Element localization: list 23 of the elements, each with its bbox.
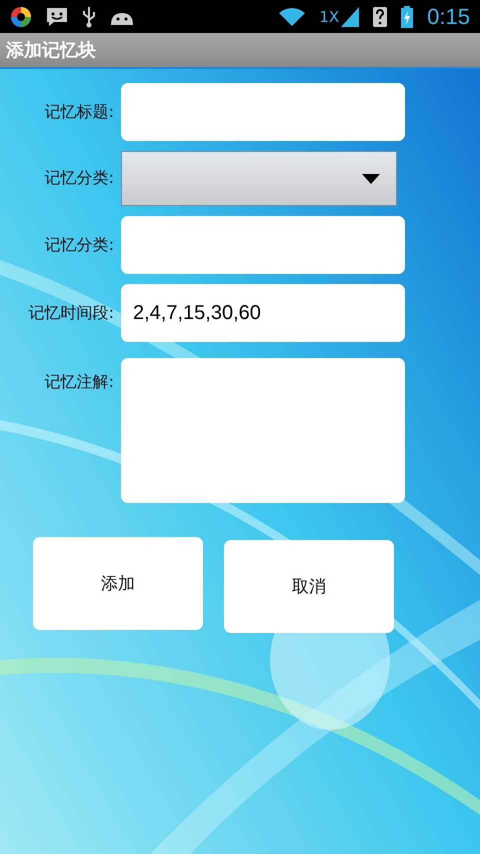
text-field[interactable] (121, 83, 405, 141)
field-label: 记忆时间段: (28, 302, 114, 324)
signal-icon (341, 6, 360, 26)
field-label: 记忆分类: (44, 168, 114, 189)
cancel-button[interactable]: 取消 (224, 540, 394, 633)
screen-title: 添加记忆块 (6, 39, 96, 62)
wifi-icon (279, 6, 306, 26)
add-button[interactable]: 添加 (33, 537, 203, 630)
field-label: 记忆标题: (44, 102, 114, 122)
battery-charging-icon (401, 6, 414, 28)
dropdown-caret-icon (362, 174, 380, 184)
usb-icon (82, 6, 96, 28)
category-dropdown[interactable] (121, 151, 397, 206)
text-field[interactable]: 2,4,7,15,30,60 (121, 284, 405, 342)
field-label: 记忆注解: (44, 371, 114, 393)
text-field[interactable] (121, 216, 405, 274)
pinwheel-icon (10, 6, 32, 28)
notes-field[interactable] (121, 358, 405, 503)
clock: 0:15 (427, 4, 470, 30)
sim-unknown-icon (373, 6, 388, 26)
message-icon (46, 6, 68, 26)
network-type: 1X (319, 8, 340, 26)
field-label: 记忆分类: (44, 234, 114, 256)
